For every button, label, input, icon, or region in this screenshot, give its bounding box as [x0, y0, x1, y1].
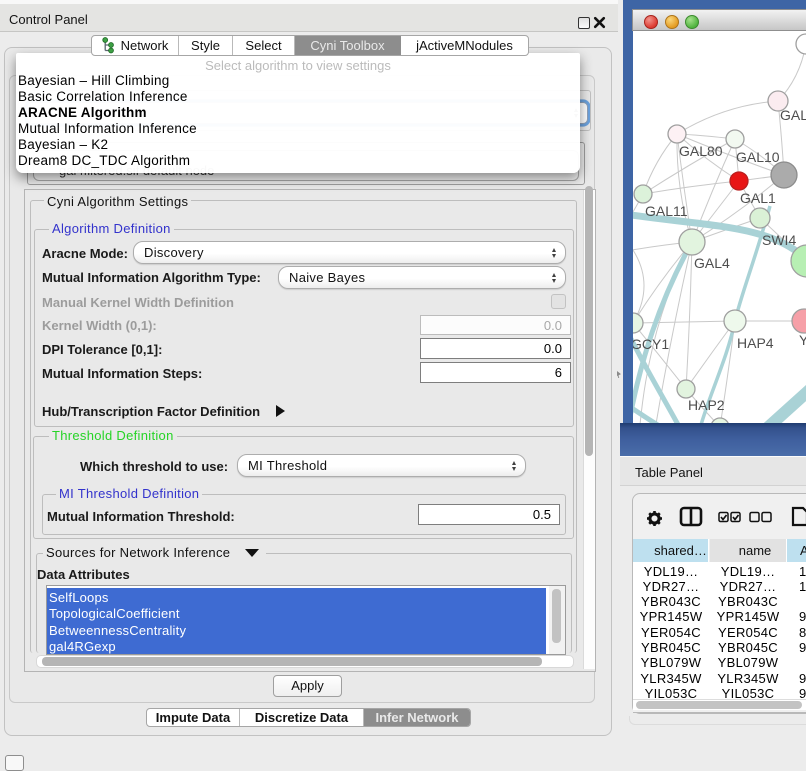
- svg-text:GAL4: GAL4: [694, 255, 730, 271]
- svg-text:GCY1: GCY1: [633, 336, 669, 352]
- svg-text:GAL80: GAL80: [679, 143, 723, 159]
- svg-text:HAP4: HAP4: [737, 335, 774, 351]
- svg-text:GAL7: GAL7: [780, 107, 806, 123]
- svg-text:GAL11: GAL11: [645, 203, 688, 219]
- svg-text:YM: YM: [799, 332, 806, 348]
- svg-text:HAP2: HAP2: [688, 397, 725, 413]
- svg-text:SWI4: SWI4: [762, 232, 796, 248]
- svg-text:GAL10: GAL10: [736, 149, 780, 165]
- svg-text:GAL1: GAL1: [740, 190, 776, 206]
